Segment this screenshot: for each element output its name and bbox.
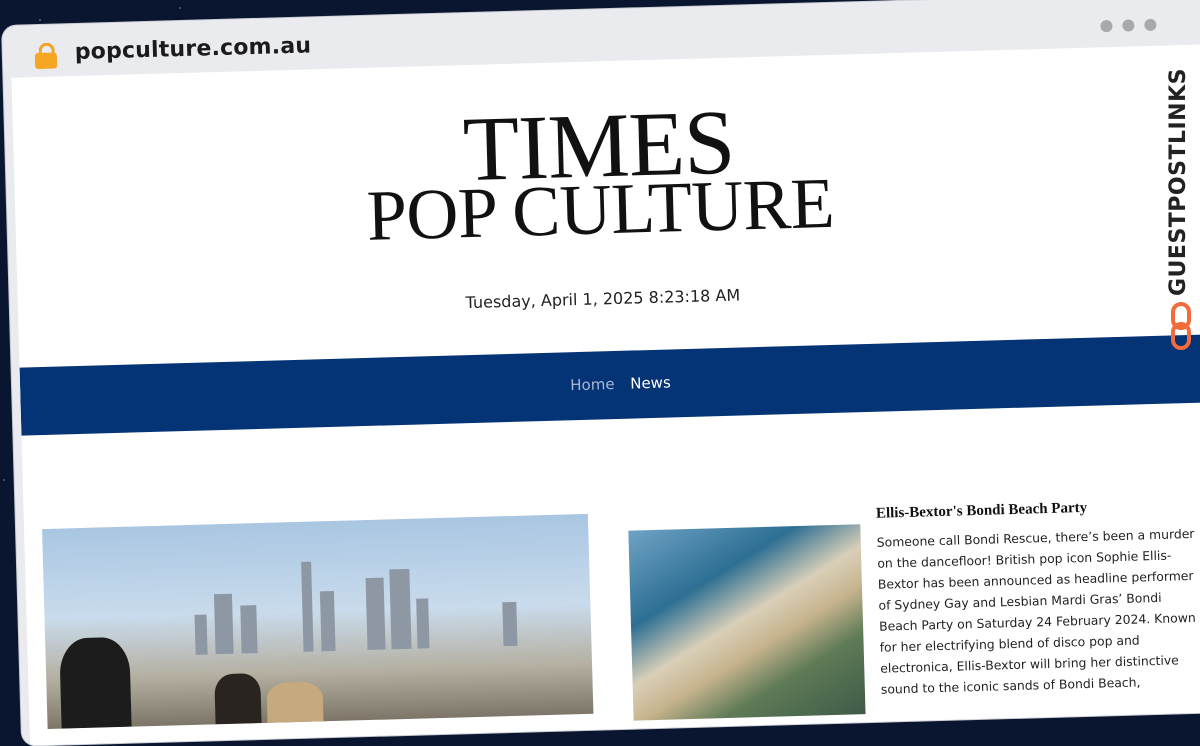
url-text[interactable]: popculture.com.au (74, 33, 311, 65)
menu-dot-icon[interactable] (1100, 19, 1113, 33)
window-controls (1100, 15, 1167, 36)
menu-dot-icon[interactable] (1144, 18, 1157, 32)
article-excerpt: Someone call Bondi Rescue, there’s been … (876, 525, 1196, 697)
article-thumbnail[interactable] (628, 524, 866, 721)
main-nav: Home News (19, 333, 1200, 436)
featured-image[interactable] (42, 513, 594, 729)
page-viewport: TIMES POP CULTURE Tuesday, April 1, 2025… (11, 43, 1200, 746)
menu-dot-icon[interactable] (1122, 19, 1135, 32)
lock-icon (34, 42, 58, 70)
chain-link-icon (1171, 302, 1191, 350)
browser-window: popculture.com.au TIMES POP CULTURE Tues… (2, 0, 1200, 746)
nav-home-link[interactable]: Home (570, 375, 615, 394)
guestpostlinks-watermark: GUESTPOSTLINKS (1166, 68, 1191, 296)
article-title[interactable]: Ellis-Bextor's Bondi Beach Party (876, 500, 1088, 523)
current-datetime: Tuesday, April 1, 2025 8:23:18 AM (465, 285, 741, 313)
nav-news-link[interactable]: News (630, 373, 671, 392)
